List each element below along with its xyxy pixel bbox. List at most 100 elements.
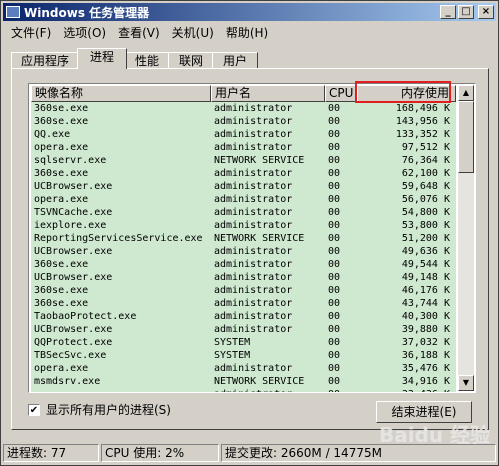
process-user-name: administrator (214, 272, 293, 283)
process-row[interactable]: ReportingServicesService.exe NETWORK SERV… (31, 232, 456, 245)
process-user-name: SYSTEM (214, 337, 251, 348)
status-bar: 进程数: 77 CPU 使用: 2% 提交更改: 2660M / 14775M (3, 444, 496, 462)
process-image-name: msmdsrv.exe (34, 376, 101, 387)
process-image-name: 360se.exe (34, 116, 89, 127)
process-cpu: 00 (328, 168, 341, 179)
process-row[interactable]: opera.exe administrator 00 56,076 K (31, 193, 456, 206)
close-button[interactable]: × (478, 5, 494, 19)
process-image-name: opera.exe (34, 142, 89, 153)
process-row[interactable]: UCBrowser.exe administrator 00 49,148 K (31, 271, 456, 284)
title-bar[interactable]: Windows 任务管理器 _ □ × (3, 3, 496, 21)
process-image-name: iexplore.exe (34, 220, 107, 231)
process-user-name: SYSTEM (214, 350, 251, 361)
process-user-name: administrator (214, 246, 293, 257)
menu-file[interactable]: 文件(F) (5, 23, 57, 41)
tab-applications[interactable]: 应用程序 (11, 52, 79, 69)
process-cpu: 00 (328, 116, 341, 127)
process-image-name: sqlservr.exe (34, 155, 107, 166)
process-image-name: TSVNCache.exe (34, 207, 113, 218)
process-row[interactable]: UCBrowser.exe administrator 00 39,880 K (31, 323, 456, 336)
process-row[interactable]: 360se.exe administrator 00 43,744 K (31, 297, 456, 310)
process-memory: 62,100 K (401, 168, 450, 179)
process-image-name: opera.exe (34, 194, 89, 205)
tab-processes[interactable]: 进程 (77, 48, 127, 69)
process-row[interactable]: opera.exe administrator 00 35,476 K (31, 362, 456, 375)
process-row[interactable]: 360se.exe administrator 00 49,544 K (31, 258, 456, 271)
process-image-name: UCBrowser.exe (34, 272, 113, 283)
tab-performance[interactable]: 性能 (124, 52, 170, 69)
process-image-name: UCBrowser.exe (34, 246, 113, 257)
process-row[interactable]: TBSecSvc.exe SYSTEM 00 36,188 K (31, 349, 456, 362)
process-row[interactable]: QQProtect.exe SYSTEM 00 37,032 K (31, 336, 456, 349)
process-row[interactable]: UCBrowser.exe administrator 00 59,648 K (31, 180, 456, 193)
menu-help[interactable]: 帮助(H) (220, 23, 274, 41)
process-row[interactable]: 360se.exe administrator 00 143,956 K (31, 115, 456, 128)
tab-networking[interactable]: 联网 (168, 52, 214, 69)
process-user-name: administrator (214, 298, 293, 309)
process-cpu: 00 (328, 155, 341, 166)
process-cpu: 00 (325, 388, 357, 392)
menu-options[interactable]: 选项(O) (57, 23, 112, 41)
scroll-down-icon[interactable]: ▼ (458, 375, 474, 391)
process-memory: 40,300 K (401, 311, 450, 322)
status-cpu-usage: CPU 使用: 2% (101, 444, 219, 462)
process-cpu: 00 (328, 272, 341, 283)
process-user-name: administrator (214, 363, 293, 374)
menu-view[interactable]: 查看(V) (112, 23, 166, 41)
process-memory: 33,436 K (357, 388, 456, 392)
process-cpu: 00 (328, 350, 341, 361)
process-cpu: 00 (328, 337, 341, 348)
window-controls: _ □ × (440, 5, 494, 19)
process-user-name: NETWORK SERVICE (214, 155, 305, 166)
process-image-name: TBSecSvc.exe (34, 350, 107, 361)
process-cpu: 00 (328, 233, 341, 244)
process-user-name: administrator (214, 207, 293, 218)
process-image-name: UCBrowser.exe (34, 324, 113, 335)
column-image-name[interactable]: 映像名称 (31, 85, 211, 102)
process-row[interactable]: administrator0033,436 K (31, 388, 456, 392)
vertical-scrollbar[interactable]: ▲ ▼ (458, 85, 474, 391)
process-row[interactable]: msmdsrv.exe NETWORK SERVICE 00 34,916 K (31, 375, 456, 388)
process-cpu: 00 (328, 324, 341, 335)
scroll-up-icon[interactable]: ▲ (458, 85, 474, 101)
menu-shutdown[interactable]: 关机(U) (166, 23, 220, 41)
status-process-count: 进程数: 77 (3, 444, 99, 462)
process-list[interactable]: 映像名称 用户名 CPU 内存使用 360se.exe administrator… (28, 83, 476, 393)
process-memory: 37,032 K (401, 337, 450, 348)
process-row[interactable]: iexplore.exe administrator 00 53,800 K (31, 219, 456, 232)
task-manager-window: Windows 任务管理器 _ □ × 文件(F) 选项(O) 查看(V) 关机… (0, 0, 499, 466)
process-cpu: 00 (328, 181, 341, 192)
column-user-name[interactable]: 用户名 (211, 85, 325, 102)
process-row[interactable]: sqlservr.exe NETWORK SERVICE 00 76,364 K (31, 154, 456, 167)
process-image-name: 360se.exe (34, 103, 89, 114)
process-row[interactable]: TaobaoProtect.exe administrator 00 40,300 K (31, 310, 456, 323)
process-rows: 360se.exe administrator 00 168,496 K 360se.e… (31, 102, 456, 392)
process-cpu: 00 (328, 207, 341, 218)
process-row[interactable]: opera.exe administrator 00 97,512 K (31, 141, 456, 154)
process-row[interactable]: 360se.exe administrator 00 46,176 K (31, 284, 456, 297)
process-user-name: administrator (214, 181, 293, 192)
show-all-users-checkbox[interactable]: ✔ (28, 403, 40, 416)
process-row[interactable]: QQ.exe administrator 00 133,352 K (31, 128, 456, 141)
process-user-name: administrator (214, 103, 293, 114)
end-process-button[interactable]: 结束进程(E) (376, 401, 472, 423)
process-row[interactable]: TSVNCache.exe administrator 00 54,800 K (31, 206, 456, 219)
maximize-button[interactable]: □ (458, 5, 474, 19)
process-memory: 97,512 K (401, 142, 450, 153)
scroll-thumb[interactable] (458, 101, 474, 173)
process-cpu: 00 (328, 129, 341, 140)
process-image-name: TaobaoProtect.exe (34, 311, 137, 322)
process-row[interactable]: 360se.exe administrator 00 62,100 K (31, 167, 456, 180)
process-memory: 143,956 K (395, 116, 450, 127)
process-row[interactable]: UCBrowser.exe administrator 00 49,636 K (31, 245, 456, 258)
show-all-users-option[interactable]: ✔ 显示所有用户的进程(S) (28, 401, 171, 418)
process-cpu: 00 (328, 220, 341, 231)
process-row[interactable]: 360se.exe administrator 00 168,496 K (31, 102, 456, 115)
minimize-button[interactable]: _ (440, 5, 456, 19)
process-image-name: UCBrowser.exe (34, 181, 113, 192)
process-user-name: administrator (214, 168, 293, 179)
process-cpu: 00 (328, 259, 341, 270)
process-cpu: 00 (328, 376, 341, 387)
column-cpu[interactable]: CPU (325, 85, 357, 102)
tab-users[interactable]: 用户 (212, 52, 258, 69)
